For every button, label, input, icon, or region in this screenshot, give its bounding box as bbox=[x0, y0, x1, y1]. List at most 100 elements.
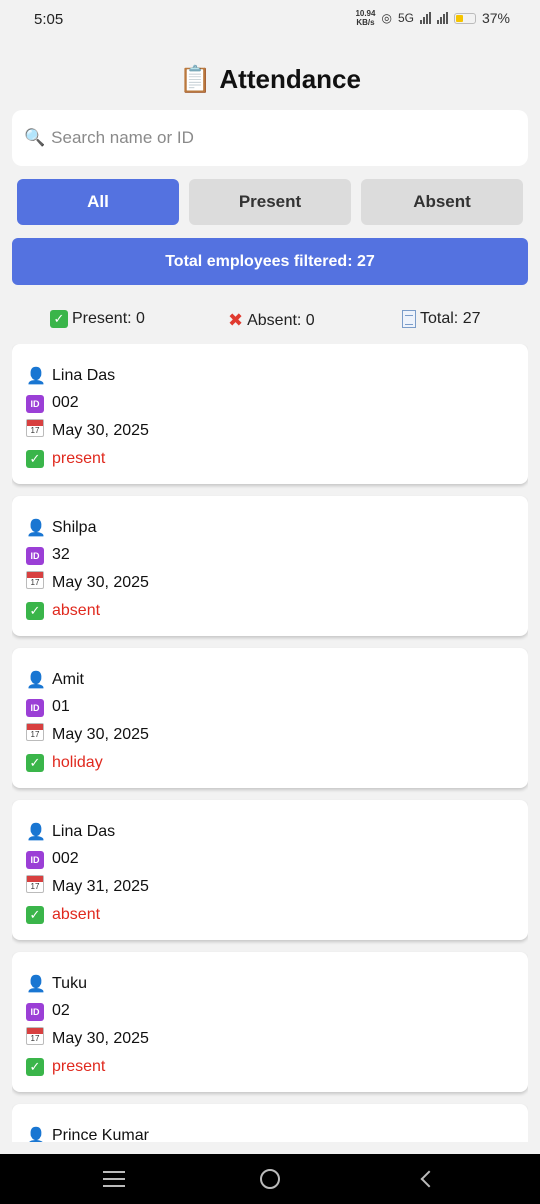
stat-absent: ✖ Absent: 0 bbox=[228, 310, 315, 331]
calendar-icon bbox=[26, 1027, 44, 1046]
id-icon: ID bbox=[26, 698, 44, 717]
card-date-row: May 30, 2025 bbox=[26, 417, 514, 445]
employee-id: 02 bbox=[52, 1002, 70, 1020]
id-icon: ID bbox=[26, 850, 44, 869]
card-date-row: May 30, 2025 bbox=[26, 721, 514, 749]
card-date-row: May 30, 2025 bbox=[26, 1025, 514, 1053]
back-button[interactable] bbox=[396, 1154, 456, 1204]
card-date-row: May 30, 2025 bbox=[26, 569, 514, 597]
card-id-row: ID 002 bbox=[26, 846, 514, 874]
attendance-date: May 30, 2025 bbox=[52, 421, 149, 439]
employee-id: 01 bbox=[52, 698, 70, 716]
id-icon: ID bbox=[26, 546, 44, 565]
attendance-status: present bbox=[52, 449, 106, 467]
employee-id: 002 bbox=[52, 394, 79, 412]
attendance-card[interactable]: 👤 Prince Kumar bbox=[12, 1104, 528, 1142]
stat-total: Total: 27 bbox=[402, 310, 480, 328]
attendance-list[interactable]: 👤 Lina Das ID 002 May 30, 2025 ✓ present 👤 S… bbox=[12, 344, 528, 1142]
id-icon: ID bbox=[26, 394, 44, 413]
employee-name: Tuku bbox=[52, 974, 87, 992]
card-status-row: ✓ absent bbox=[26, 597, 514, 625]
card-name-row: 👤 Lina Das bbox=[26, 818, 514, 846]
id-icon: ID bbox=[26, 1002, 44, 1021]
check-icon: ✓ bbox=[26, 1057, 44, 1076]
card-status-row: ✓ absent bbox=[26, 901, 514, 929]
search-box[interactable]: 🔍 bbox=[12, 110, 528, 166]
user-icon: 👤 bbox=[26, 975, 46, 993]
card-date-row: May 31, 2025 bbox=[26, 873, 514, 901]
employee-name: Prince Kumar bbox=[52, 1126, 149, 1142]
signal-icon bbox=[419, 12, 431, 24]
card-id-row: ID 02 bbox=[26, 998, 514, 1026]
stat-absent-text: Absent: 0 bbox=[247, 311, 315, 329]
network-type: 5G bbox=[397, 11, 414, 25]
home-button[interactable] bbox=[240, 1154, 300, 1204]
calendar-icon bbox=[26, 419, 44, 438]
card-id-row: ID 01 bbox=[26, 694, 514, 722]
system-nav-bar bbox=[0, 1154, 540, 1204]
home-icon bbox=[260, 1169, 280, 1189]
calendar-icon bbox=[26, 723, 44, 742]
filter-present-button[interactable]: Present bbox=[189, 179, 351, 225]
cross-icon: ✖ bbox=[228, 310, 244, 330]
battery-percent: 37% bbox=[481, 10, 510, 26]
status-icons: 10.94 KB/s ◎ 5G 37% bbox=[355, 9, 510, 27]
attendance-date: May 31, 2025 bbox=[52, 877, 149, 895]
menu-icon bbox=[103, 1171, 125, 1187]
user-icon: 👤 bbox=[26, 519, 46, 537]
card-status-row: ✓ present bbox=[26, 1053, 514, 1081]
back-icon bbox=[420, 1170, 438, 1188]
receipt-icon bbox=[402, 310, 416, 328]
attendance-card[interactable]: 👤 Amit ID 01 May 30, 2025 ✓ holiday bbox=[12, 648, 528, 788]
recent-apps-button[interactable] bbox=[84, 1154, 144, 1204]
stat-present-text: Present: 0 bbox=[72, 310, 145, 327]
status-bar: 5:05 10.94 KB/s ◎ 5G 37% bbox=[0, 0, 540, 38]
check-icon: ✓ bbox=[26, 601, 44, 620]
user-icon: 👤 bbox=[26, 823, 46, 841]
card-status-row: ✓ present bbox=[26, 445, 514, 473]
total-filtered-banner: Total employees filtered: 27 bbox=[12, 238, 528, 285]
card-status-row: ✓ holiday bbox=[26, 749, 514, 777]
attendance-card[interactable]: 👤 Tuku ID 02 May 30, 2025 ✓ present bbox=[12, 952, 528, 1092]
attendance-card[interactable]: 👤 Lina Das ID 002 May 30, 2025 ✓ present bbox=[12, 344, 528, 484]
network-speed: 10.94 KB/s bbox=[355, 9, 376, 27]
card-name-row: 👤 Prince Kumar bbox=[26, 1122, 514, 1142]
check-icon: ✓ bbox=[26, 905, 44, 924]
employee-name: Amit bbox=[52, 670, 84, 688]
card-id-row: ID 002 bbox=[26, 390, 514, 418]
attendance-status: holiday bbox=[52, 753, 103, 771]
employee-name: Lina Das bbox=[52, 822, 116, 840]
check-icon: ✓ bbox=[50, 310, 68, 328]
check-icon: ✓ bbox=[26, 449, 44, 468]
page-title: 📋 Attendance bbox=[0, 64, 540, 95]
check-icon: ✓ bbox=[26, 753, 44, 772]
attendance-status: present bbox=[52, 1057, 106, 1075]
card-name-row: 👤 Lina Das bbox=[26, 362, 514, 390]
attendance-card[interactable]: 👤 Shilpa ID 32 May 30, 2025 ✓ absent bbox=[12, 496, 528, 636]
stat-total-text: Total: 27 bbox=[420, 310, 481, 327]
user-icon: 👤 bbox=[26, 1127, 46, 1142]
page-title-text: Attendance bbox=[219, 64, 361, 94]
filter-tabs: All Present Absent bbox=[17, 179, 523, 225]
card-id-row: ID 32 bbox=[26, 542, 514, 570]
attendance-date: May 30, 2025 bbox=[52, 573, 149, 591]
search-icon: 🔍 bbox=[24, 128, 46, 147]
employee-name: Shilpa bbox=[52, 518, 97, 536]
hotspot-icon: ◎ bbox=[381, 11, 392, 25]
card-name-row: 👤 Amit bbox=[26, 666, 514, 694]
attendance-card[interactable]: 👤 Lina Das ID 002 May 31, 2025 ✓ absent bbox=[12, 800, 528, 940]
attendance-status: absent bbox=[52, 905, 101, 923]
filter-absent-button[interactable]: Absent bbox=[361, 179, 523, 225]
stat-present: ✓ Present: 0 bbox=[50, 310, 145, 328]
calendar-icon bbox=[26, 571, 44, 590]
employee-id: 002 bbox=[52, 850, 79, 868]
attendance-date: May 30, 2025 bbox=[52, 725, 149, 743]
employee-name: Lina Das bbox=[52, 366, 116, 384]
filter-all-button[interactable]: All bbox=[17, 179, 179, 225]
attendance-date: May 30, 2025 bbox=[52, 1029, 149, 1047]
attendance-status: absent bbox=[52, 601, 101, 619]
employee-id: 32 bbox=[52, 546, 70, 564]
search-input[interactable] bbox=[51, 128, 492, 148]
card-name-row: 👤 Shilpa bbox=[26, 514, 514, 542]
user-icon: 👤 bbox=[26, 671, 46, 689]
